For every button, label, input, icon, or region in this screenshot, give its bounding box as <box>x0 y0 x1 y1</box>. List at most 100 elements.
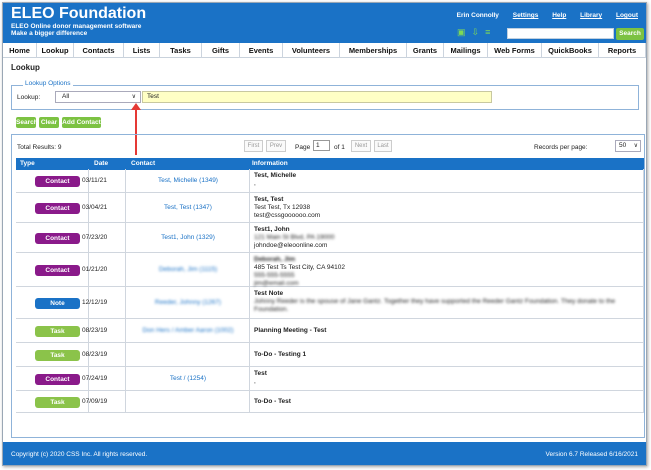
row-information: Test, <box>254 370 267 386</box>
header-links: Erin Connolly Settings Help Library Logo… <box>445 12 638 19</box>
row-date: 03/11/21 <box>82 177 107 184</box>
row-information: Planning Meeting - Test <box>254 327 326 335</box>
row-info-title: Deborah, Jim <box>254 256 296 263</box>
row-info-line: , <box>254 378 256 385</box>
app-header: ELEO Foundation ELEO Online donor manage… <box>3 3 646 43</box>
row-info-title: Test, Test <box>254 196 284 203</box>
brand-tagline: ELEO Online donor management software <box>11 23 142 30</box>
row-info-line: test@cssgoooooo.com <box>254 212 321 219</box>
library-link[interactable]: Library <box>580 12 602 19</box>
row-date: 07/23/20 <box>82 234 108 241</box>
clear-button[interactable]: Clear <box>39 117 59 128</box>
nav-quickbooks[interactable]: QuickBooks <box>542 43 599 58</box>
nav-volunteers[interactable]: Volunteers <box>283 43 340 58</box>
nav-memberships[interactable]: Memberships <box>340 43 407 58</box>
lookup-type-select[interactable]: All ∨ <box>55 91 141 103</box>
nav-reports[interactable]: Reports <box>599 43 646 58</box>
records-per-page-select[interactable]: 50 ∨ <box>615 140 641 152</box>
user-name: Erin Connolly <box>456 12 499 19</box>
row-information: To-Do - Testing 1 <box>254 351 306 359</box>
next-page-button[interactable]: Next <box>351 140 371 152</box>
support-icon[interactable]: ▣ <box>457 28 466 37</box>
type-badge[interactable]: Task <box>35 397 80 408</box>
nav-mailings[interactable]: Mailings <box>444 43 488 58</box>
copyright-text: Copyright (c) 2020 CSS Inc. All rights r… <box>11 451 148 458</box>
lookup-label: Lookup: <box>17 94 41 101</box>
table-row: Task 08/23/19 Don Hers / Amber Aaron (1002… <box>16 319 644 343</box>
type-badge[interactable]: Contact <box>35 203 80 214</box>
logout-link[interactable]: Logout <box>616 12 638 19</box>
settings-link[interactable]: Settings <box>513 12 539 19</box>
row-contact-link[interactable]: Reeder, Johnny (1267) <box>126 299 250 306</box>
table-cell <box>126 343 250 366</box>
table-row: Task 07/09/19 To-Do - Test <box>16 391 644 413</box>
row-info-line: , <box>254 180 256 187</box>
type-badge[interactable]: Contact <box>35 176 80 187</box>
chevron-down-icon: ∨ <box>633 143 638 149</box>
row-date: 03/04/21 <box>82 204 108 211</box>
add-contact-button[interactable]: Add Contact <box>62 117 101 128</box>
row-date: 12/12/19 <box>82 299 108 306</box>
table-row: Contact 03/04/21 Test, Test (1347) Test, Te… <box>16 193 644 223</box>
row-information: Test Note Johnny Reeder is the spouse of … <box>254 290 644 314</box>
row-info-line: 485 Test Ts Test City, CA 94102 <box>254 264 345 271</box>
table-row: Note 12/12/19 Reeder, Johnny (1267) Test No… <box>16 287 644 319</box>
global-search-input[interactable] <box>507 28 614 39</box>
search-button[interactable]: Search <box>16 117 38 128</box>
row-info-line: Johnny Reeder is the spouse of Jane Gant… <box>254 298 616 313</box>
row-date: 01/21/20 <box>82 266 108 273</box>
nav-contacts[interactable]: Contacts <box>74 43 124 58</box>
lookup-search-input[interactable]: Test <box>142 91 492 103</box>
nav-events[interactable]: Events <box>240 43 283 58</box>
table-cell <box>126 391 250 412</box>
nav-web-forms[interactable]: Web Forms <box>488 43 542 58</box>
type-badge[interactable]: Contact <box>35 374 80 385</box>
download-icon[interactable]: ⇩ <box>472 28 480 37</box>
page-number-input[interactable]: 1 <box>313 140 330 151</box>
list-icon[interactable]: ≡ <box>485 28 490 37</box>
nav-lists[interactable]: Lists <box>124 43 160 58</box>
row-contact-link[interactable]: Deborah, Jim (1115) <box>126 266 250 273</box>
table-row: Contact 07/24/19 Test / (1254) Test, <box>16 367 644 391</box>
row-date: 07/24/19 <box>82 375 108 382</box>
type-badge[interactable]: Note <box>35 298 80 309</box>
nav-home[interactable]: Home <box>3 43 37 58</box>
row-contact-link[interactable]: Test / (1254) <box>126 375 250 382</box>
table-cell <box>250 343 644 366</box>
nav-grants[interactable]: Grants <box>407 43 444 58</box>
type-badge[interactable]: Contact <box>35 265 80 276</box>
row-date: 08/23/19 <box>82 351 108 358</box>
row-info-title: Test1, John <box>254 226 290 233</box>
row-contact-link[interactable]: Test, Test (1347) <box>126 204 250 211</box>
nav-lookup[interactable]: Lookup <box>37 43 74 58</box>
table-cell <box>250 367 644 390</box>
row-contact-link[interactable]: Test, Michelle (1349) <box>126 177 250 184</box>
app-window: ELEO Foundation ELEO Online donor manage… <box>2 2 647 466</box>
row-information: To-Do - Test <box>254 398 291 406</box>
row-info-title: Test Note <box>254 290 284 297</box>
row-information: Deborah, Jim 485 Test Ts Test City, CA 94… <box>254 256 345 288</box>
row-info-title: To-Do - Testing 1 <box>254 351 307 358</box>
type-badge[interactable]: Contact <box>35 233 80 244</box>
type-badge[interactable]: Task <box>35 326 80 337</box>
records-per-page-label: Records per page: <box>534 144 588 151</box>
row-contact-link[interactable]: Test1, John (1329) <box>126 234 250 241</box>
row-info-title: To-Do - Test <box>254 398 291 405</box>
row-information: Test, Test Test Test, Tx 12938 test@cssgoo… <box>254 196 320 220</box>
help-link[interactable]: Help <box>552 12 566 19</box>
row-information: Test1, John 121 Main St Blvd, PA 19000 joh… <box>254 226 334 250</box>
table-row: Contact 03/11/21 Test, Michelle (1349) Test… <box>16 169 644 193</box>
row-date: 08/23/19 <box>82 327 108 334</box>
prev-page-button[interactable]: Prev <box>266 140 286 152</box>
nav-tasks[interactable]: Tasks <box>160 43 202 58</box>
first-page-button[interactable]: First <box>244 140 263 152</box>
version-text: Version 6.7 Released 6/16/2021 <box>545 451 638 458</box>
type-badge[interactable]: Task <box>35 350 80 361</box>
table-row: Contact 07/23/20 Test1, John (1329) Test1, … <box>16 223 644 253</box>
nav-gifts[interactable]: Gifts <box>202 43 240 58</box>
row-contact-link[interactable]: Don Hers / Amber Aaron (1002) <box>126 327 250 334</box>
last-page-button[interactable]: Last <box>374 140 392 152</box>
row-information: Test, Michelle, <box>254 172 296 188</box>
main-nav: Home Lookup Contacts Lists Tasks Gifts E… <box>3 43 646 58</box>
global-search-button[interactable]: Search <box>616 28 644 40</box>
